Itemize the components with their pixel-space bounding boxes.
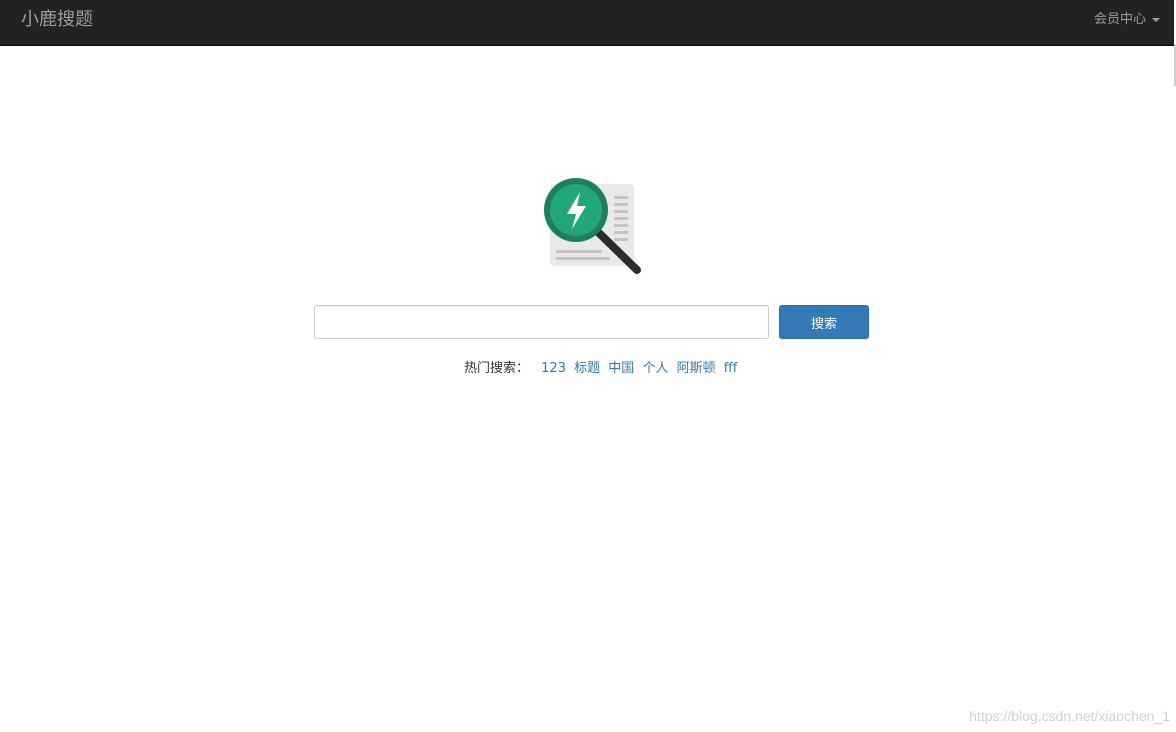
search-input[interactable] xyxy=(314,305,769,339)
watermark-text: https://blog.csdn.net/xiaochen_1 xyxy=(969,708,1170,724)
hot-search-link-5[interactable]: 阿斯顿 xyxy=(677,361,716,376)
magnifier-document-icon xyxy=(544,178,641,274)
hot-search-bar: 热门搜索： 123 标题 中国 个人 阿斯顿 fff xyxy=(464,360,741,378)
hot-search-link-4[interactable]: 个人 xyxy=(642,361,668,376)
member-center-label: 会员中心 xyxy=(1093,12,1146,27)
hot-search-link-3[interactable]: 中国 xyxy=(608,361,634,376)
caret-down-icon xyxy=(1152,18,1160,22)
hot-search-link-2[interactable]: 标题 xyxy=(574,361,600,376)
hot-search-link-6[interactable]: fff xyxy=(724,361,738,376)
hot-search-label: 热门搜索： xyxy=(464,361,530,376)
hot-search-link-1[interactable]: 123 xyxy=(541,361,566,376)
brand-link[interactable]: 小鹿搜题 xyxy=(21,9,93,31)
member-center-dropdown[interactable]: 会员中心 xyxy=(1094,12,1160,28)
search-button[interactable]: 搜索 xyxy=(779,305,869,339)
top-navbar: 小鹿搜题 会员中心 xyxy=(0,0,1174,46)
search-logo xyxy=(536,170,646,280)
